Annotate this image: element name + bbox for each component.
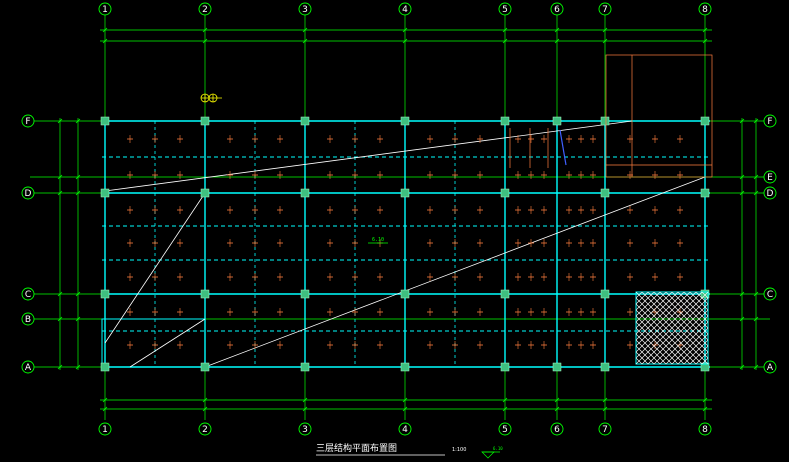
axis-bubble-bottom-4-label: 4 <box>402 425 408 435</box>
axis-bubble-top-3: 3 <box>298 2 312 16</box>
column <box>100 289 110 299</box>
column <box>700 188 710 198</box>
column <box>500 362 510 372</box>
axis-bubble-bottom-1-label: 1 <box>102 425 108 435</box>
column <box>500 188 510 198</box>
column <box>100 362 110 372</box>
axis-bubble-left-D: D <box>21 186 35 200</box>
column <box>200 362 210 372</box>
column <box>552 116 562 126</box>
axis-bubble-bottom-6: 6 <box>550 422 564 436</box>
axis-bubble-right-D: D <box>763 186 777 200</box>
level-mark-text: 6.10 <box>372 237 384 243</box>
column <box>600 289 610 299</box>
drawing-scale: 1:100 <box>452 447 466 453</box>
axis-bubble-bottom-5: 5 <box>498 422 512 436</box>
axis-bubble-left-D-label: D <box>25 189 32 199</box>
column <box>100 116 110 126</box>
axis-bubble-right-A: A <box>763 360 777 374</box>
axis-bubble-left-B: B <box>21 312 35 326</box>
axis-bubble-bottom-7-label: 7 <box>602 425 608 435</box>
scale-note: 6.10 <box>493 446 503 451</box>
column <box>400 188 410 198</box>
axis-bubble-top-6-label: 6 <box>554 5 560 15</box>
axis-bubble-right-F-label: F <box>767 117 772 127</box>
axis-bubble-left-A: A <box>21 360 35 374</box>
axis-bubble-bottom-2: 2 <box>198 422 212 436</box>
axis-bubble-bottom-7: 7 <box>598 422 612 436</box>
axis-bubble-top-8-label: 8 <box>702 5 708 15</box>
axis-bubble-bottom-8-label: 8 <box>702 425 708 435</box>
axis-bubble-bottom-5-label: 5 <box>502 425 508 435</box>
column <box>600 188 610 198</box>
axis-bubble-top-7: 7 <box>598 2 612 16</box>
column <box>200 289 210 299</box>
axis-bubble-bottom-6-label: 6 <box>554 425 560 435</box>
axis-bubble-top-2-label: 2 <box>202 5 208 15</box>
column <box>552 362 562 372</box>
axis-bubble-right-C-label: C <box>767 290 773 300</box>
axis-bubble-bottom-3: 3 <box>298 422 312 436</box>
column <box>500 289 510 299</box>
axis-bubble-bottom-3-label: 3 <box>302 425 308 435</box>
axis-bubble-left-F-label: F <box>25 117 30 127</box>
column <box>200 116 210 126</box>
axis-bubble-top-6: 6 <box>550 2 564 16</box>
column <box>100 188 110 198</box>
axis-bubble-top-4-label: 4 <box>402 5 408 15</box>
background <box>0 0 789 462</box>
axis-bubble-top-5: 5 <box>498 2 512 16</box>
axis-bubble-right-D-label: D <box>767 189 774 199</box>
axis-bubble-top-8: 8 <box>698 2 712 16</box>
axis-bubble-left-F: F <box>21 114 35 128</box>
column <box>500 116 510 126</box>
drawing-title: 三层结构平面布置图 <box>316 442 397 454</box>
column <box>300 188 310 198</box>
axis-bubble-top-7-label: 7 <box>602 5 608 15</box>
structural-plan-canvas: 6.10 1122334455667788FDCBAFEDCA 三层结构平面布置… <box>0 0 789 462</box>
column <box>700 116 710 126</box>
axis-bubble-left-A-label: A <box>25 363 32 373</box>
axis-bubble-left-C: C <box>21 287 35 301</box>
column <box>300 289 310 299</box>
axis-bubble-top-1-label: 1 <box>102 5 108 15</box>
column <box>400 362 410 372</box>
column <box>300 116 310 126</box>
axis-bubble-right-E-label: E <box>767 173 773 183</box>
axis-bubble-top-3-label: 3 <box>302 5 308 15</box>
axis-bubble-right-F: F <box>763 114 777 128</box>
axis-bubble-bottom-2-label: 2 <box>202 425 208 435</box>
axis-bubble-bottom-4: 4 <box>398 422 412 436</box>
column <box>600 362 610 372</box>
axis-bubble-bottom-1: 1 <box>98 422 112 436</box>
axis-bubble-left-B-label: B <box>25 315 31 325</box>
axis-bubble-right-A-label: A <box>767 363 774 373</box>
axis-bubble-bottom-8: 8 <box>698 422 712 436</box>
axis-bubble-left-C-label: C <box>25 290 31 300</box>
column <box>400 289 410 299</box>
axis-bubble-right-E: E <box>763 170 777 184</box>
column <box>400 116 410 126</box>
axis-bubble-top-5-label: 5 <box>502 5 508 15</box>
axis-bubble-right-C: C <box>763 287 777 301</box>
column <box>200 188 210 198</box>
column <box>600 116 610 126</box>
axis-bubble-top-1: 1 <box>98 2 112 16</box>
column <box>300 362 310 372</box>
axis-bubble-top-4: 4 <box>398 2 412 16</box>
axis-bubble-top-2: 2 <box>198 2 212 16</box>
